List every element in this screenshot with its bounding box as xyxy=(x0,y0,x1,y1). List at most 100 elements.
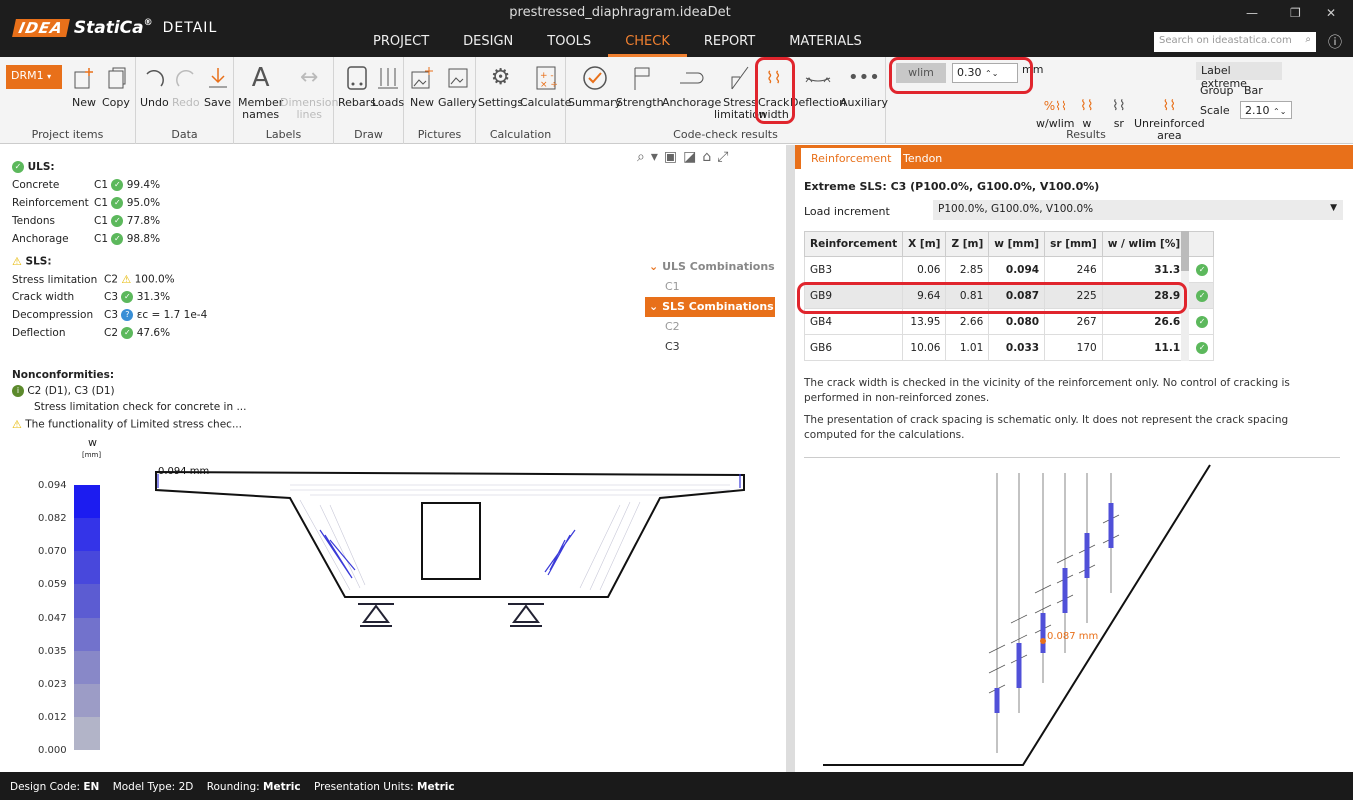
chevron-down-icon: ⌄ xyxy=(649,300,659,313)
legend-segment xyxy=(74,683,100,717)
undo-icon xyxy=(141,62,167,94)
dimension-lines-button[interactable]: ↔ Dimension lines xyxy=(280,62,338,121)
tree-item-c2[interactable]: C2 xyxy=(645,317,775,337)
nonconformity-item[interactable]: i C2 (D1), C3 (D1) xyxy=(12,385,115,397)
table-row[interactable]: GB6 10.06 1.01 0.033 170 11.1 ✓ xyxy=(803,334,1215,361)
save-button[interactable]: Save xyxy=(204,62,231,109)
tree-uls-header[interactable]: ⌄ ULS Combinations xyxy=(645,257,775,277)
auxiliary-button[interactable]: ••• Auxiliary xyxy=(840,62,888,109)
legend-value: 0.035 xyxy=(38,645,67,657)
deflection-button[interactable]: Deflection xyxy=(790,62,846,109)
question-icon: ? xyxy=(121,309,134,321)
info-icon[interactable]: ⓘ xyxy=(1328,32,1342,52)
tree-item-c1[interactable]: C1 xyxy=(645,277,775,297)
gallery-icon xyxy=(446,62,470,94)
logo-product: DETAIL xyxy=(162,20,218,36)
highlight-gb9-row xyxy=(797,282,1187,314)
sr-button[interactable]: ⌇⌇ sr xyxy=(1112,97,1126,130)
strength-button[interactable]: Strength xyxy=(616,62,664,109)
member-names-button[interactable]: A Member names xyxy=(238,62,283,121)
label-extreme-toggle[interactable]: Label extreme xyxy=(1196,62,1282,90)
panel-splitter[interactable] xyxy=(790,145,795,772)
legend-segment xyxy=(74,650,100,684)
w-button[interactable]: ⌇⌇ w xyxy=(1080,97,1094,130)
calculator-icon: + - × ÷ xyxy=(534,62,558,94)
group-label: Data xyxy=(171,128,198,141)
dimension-icon: ↔ xyxy=(300,65,319,90)
zoom-icon: ⌕▾ xyxy=(637,149,664,165)
divider xyxy=(804,457,1340,458)
scale-input[interactable]: 2.10 ⌃⌄ xyxy=(1240,101,1292,119)
redo-icon xyxy=(173,62,199,94)
check-icon: ✓ xyxy=(1196,263,1209,276)
group-pictures: New Gallery Pictures xyxy=(404,57,477,144)
legend-segment xyxy=(74,716,100,750)
group-data: Undo Redo Save Data xyxy=(136,57,234,144)
info-circle-icon: i xyxy=(12,385,24,397)
menu-check[interactable]: CHECK xyxy=(608,34,687,57)
search-input[interactable]: Search on ideastatica.com ⌕ xyxy=(1154,32,1316,52)
anchorage-button[interactable]: Anchorage xyxy=(662,62,721,109)
load-increment-select[interactable]: P100.0%, G100.0%, V100.0% ▼ xyxy=(933,200,1343,220)
drawing-max-label: 0.094 mm xyxy=(158,466,209,477)
loads-button[interactable]: Loads xyxy=(372,62,404,109)
picture-new-button[interactable]: New xyxy=(410,62,434,109)
group-labels: A Member names ↔ Dimension lines Labels xyxy=(234,57,338,144)
close-icon[interactable]: ✕ xyxy=(1326,6,1336,20)
extreme-title: Extreme SLS: C3 (P100.0%, G100.0%, V100.… xyxy=(804,180,1100,193)
percent-icon: %⌇⌇ xyxy=(1043,99,1067,113)
menu-materials[interactable]: MATERIALS xyxy=(772,34,879,57)
tree-sls-header[interactable]: ⌄ SLS Combinations xyxy=(645,297,775,317)
summary-row[interactable]: Reinforcement C1 ✓ 95.0% xyxy=(12,197,160,209)
w-wlim-button[interactable]: %⌇⌇ w/wlim xyxy=(1036,97,1075,130)
tab-tendon[interactable]: Tendon xyxy=(893,148,952,169)
drm-selector[interactable]: DRM1 ▾ xyxy=(6,65,62,89)
gallery-button[interactable]: Gallery xyxy=(438,62,477,109)
redo-button[interactable]: Redo xyxy=(172,62,200,109)
calculate-button[interactable]: + - × ÷ Calculate xyxy=(520,62,571,109)
more-dots-icon: ••• xyxy=(848,67,880,88)
tree-item-c3[interactable]: C3 xyxy=(645,337,775,357)
legend-value: 0.023 xyxy=(38,678,67,690)
check-icon: ✓ xyxy=(121,327,134,339)
view-toolbar[interactable]: ⌕▾▣◪⌂⤢ xyxy=(637,149,734,165)
restore-icon[interactable]: ❐ xyxy=(1290,6,1301,20)
new-button[interactable]: New xyxy=(72,62,96,109)
summary-row[interactable]: Anchorage C1 ✓ 98.8% xyxy=(12,233,160,245)
summary-row[interactable]: Concrete C1 ✓ 99.4% xyxy=(12,179,160,191)
rebars-button[interactable]: Rebars xyxy=(338,62,376,109)
ribbon: DRM1 ▾ New Copy Project items Undo Redo … xyxy=(0,57,1353,144)
picture-new-icon xyxy=(410,62,434,94)
minimize-icon[interactable]: — xyxy=(1246,6,1258,20)
menu-project[interactable]: PROJECT xyxy=(356,34,446,57)
highlight-wlim xyxy=(889,57,1033,94)
legend-segment xyxy=(74,617,100,651)
summary-button[interactable]: Summary xyxy=(568,62,621,109)
chevron-down-icon: ⌄ xyxy=(649,260,659,273)
support-right xyxy=(508,603,544,627)
menu-report[interactable]: REPORT xyxy=(687,34,772,57)
copy-button[interactable]: Copy xyxy=(102,62,130,109)
settings-button[interactable]: ⚙ Settings xyxy=(478,62,523,109)
group-label: Project items xyxy=(31,128,104,141)
summary-row[interactable]: Crack width C3 ✓ 31.3% xyxy=(12,291,170,303)
legend-value: 0.094 xyxy=(38,480,67,491)
menu-design[interactable]: DESIGN xyxy=(446,34,530,57)
legend-value: 0.012 xyxy=(38,711,67,723)
summary-row[interactable]: Stress limitation C2 ⚠ 100.0% xyxy=(12,273,175,286)
menu-tools[interactable]: TOOLS xyxy=(530,34,608,57)
table-row[interactable]: GB3 0.06 2.85 0.094 246 31.3 ✓ xyxy=(803,256,1215,283)
summary-row[interactable]: Decompression C3 ? εc = 1.7 1e-4 xyxy=(12,309,207,321)
summary-row[interactable]: Tendons C1 ✓ 77.8% xyxy=(12,215,160,227)
undo-button[interactable]: Undo xyxy=(140,62,169,109)
crack-sr-icon: ⌇⌇ xyxy=(1112,98,1126,114)
group-label: Code-check results xyxy=(673,128,778,141)
tab-reinforcement[interactable]: Reinforcement xyxy=(801,148,902,169)
loads-icon xyxy=(376,62,400,94)
left-panel: ⌕▾▣◪⌂⤢ ✓ ULS: Concrete C1 ✓ 99.4% Reinfor… xyxy=(0,145,790,772)
bar-option[interactable]: Bar xyxy=(1244,84,1263,97)
summary-row[interactable]: Deflection C2 ✓ 47.6% xyxy=(12,327,170,339)
group-draw: Rebars Loads Draw xyxy=(334,57,404,144)
nonconformity-item[interactable]: ⚠ The functionality of Limited stress ch… xyxy=(12,418,242,431)
warning-icon: ⚠ xyxy=(12,255,22,268)
